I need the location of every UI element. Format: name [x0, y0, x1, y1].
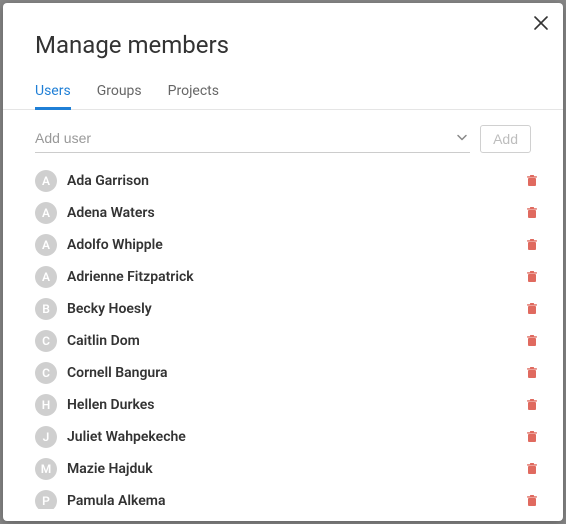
user-row: P Pamula Alkema — [35, 485, 545, 509]
user-name: Adolfo Whipple — [67, 237, 515, 253]
trash-icon — [527, 495, 537, 507]
avatar: B — [35, 298, 57, 320]
avatar: A — [35, 234, 57, 256]
tab-projects[interactable]: Projects — [168, 77, 219, 109]
avatar: A — [35, 170, 57, 192]
user-row: A Adena Waters — [35, 197, 545, 229]
delete-user-button[interactable] — [525, 495, 539, 507]
delete-user-button[interactable] — [525, 431, 539, 443]
delete-user-button[interactable] — [525, 271, 539, 283]
avatar: P — [35, 490, 57, 509]
add-user-input-wrap — [35, 124, 470, 153]
user-name: Ada Garrison — [67, 173, 515, 189]
user-name: Hellen Durkes — [67, 397, 515, 413]
user-row: A Adrienne Fitzpatrick — [35, 261, 545, 293]
avatar: M — [35, 458, 57, 480]
user-name: Juliet Wahpekeche — [67, 429, 515, 445]
avatar: C — [35, 330, 57, 352]
manage-members-dialog: Manage members Users Groups Projects Add… — [3, 3, 563, 521]
trash-icon — [527, 335, 537, 347]
trash-icon — [527, 367, 537, 379]
user-name: Pamula Alkema — [67, 493, 515, 509]
trash-icon — [527, 175, 537, 187]
close-icon — [533, 15, 549, 31]
trash-icon — [527, 271, 537, 283]
avatar: A — [35, 202, 57, 224]
delete-user-button[interactable] — [525, 367, 539, 379]
trash-icon — [527, 207, 537, 219]
user-name: Adrienne Fitzpatrick — [67, 269, 515, 285]
user-row: H Hellen Durkes — [35, 389, 545, 421]
add-user-row: Add — [3, 110, 563, 159]
trash-icon — [527, 463, 537, 475]
user-name: Caitlin Dom — [67, 333, 515, 349]
delete-user-button[interactable] — [525, 303, 539, 315]
avatar: C — [35, 362, 57, 384]
user-name: Mazie Hajduk — [67, 461, 515, 477]
avatar: A — [35, 266, 57, 288]
delete-user-button[interactable] — [525, 399, 539, 411]
tabs: Users Groups Projects — [3, 77, 563, 110]
delete-user-button[interactable] — [525, 207, 539, 219]
user-row: A Adolfo Whipple — [35, 229, 545, 261]
trash-icon — [527, 303, 537, 315]
user-row: B Becky Hoesly — [35, 293, 545, 325]
user-row: J Juliet Wahpekeche — [35, 421, 545, 453]
dialog-title: Manage members — [3, 3, 563, 77]
user-list[interactable]: A Ada Garrison A Adena Waters A Adolfo Whippl… — [35, 165, 549, 509]
delete-user-button[interactable] — [525, 335, 539, 347]
add-user-input[interactable] — [35, 124, 470, 152]
delete-user-button[interactable] — [525, 239, 539, 251]
user-row: M Mazie Hajduk — [35, 453, 545, 485]
trash-icon — [527, 431, 537, 443]
user-name: Cornell Bangura — [67, 365, 515, 381]
avatar: H — [35, 394, 57, 416]
delete-user-button[interactable] — [525, 175, 539, 187]
close-button[interactable] — [533, 15, 549, 35]
trash-icon — [527, 239, 537, 251]
user-row: C Caitlin Dom — [35, 325, 545, 357]
add-button[interactable]: Add — [480, 125, 531, 153]
user-name: Becky Hoesly — [67, 301, 515, 317]
avatar: J — [35, 426, 57, 448]
user-row: C Cornell Bangura — [35, 357, 545, 389]
delete-user-button[interactable] — [525, 463, 539, 475]
user-row: A Ada Garrison — [35, 165, 545, 197]
tab-groups[interactable]: Groups — [97, 77, 142, 109]
user-name: Adena Waters — [67, 205, 515, 221]
tab-users[interactable]: Users — [35, 77, 71, 109]
trash-icon — [527, 399, 537, 411]
